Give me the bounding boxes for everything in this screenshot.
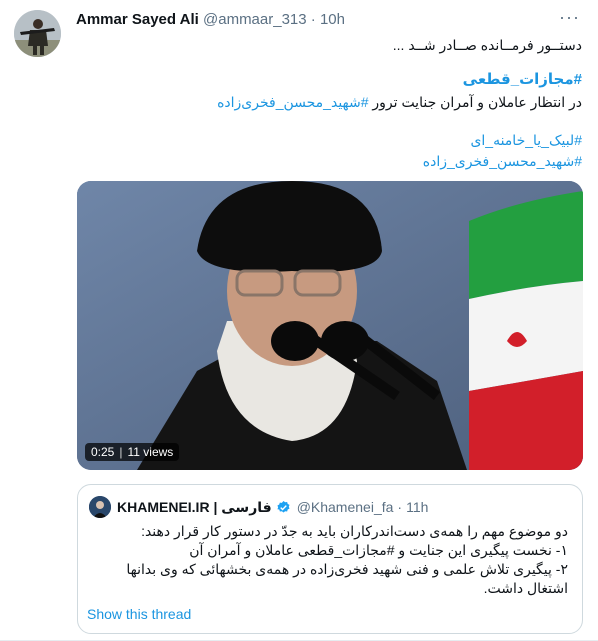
- quoted-tweet-header: KHAMENEI.IR | فارسی @Khamenei_fa · 11h: [89, 496, 428, 518]
- video-thumbnail: [77, 181, 583, 470]
- video-info-badge: 0:25 | 11 views: [85, 443, 180, 461]
- author-avatar[interactable]: [14, 10, 61, 57]
- separator-dot: ·: [310, 11, 316, 28]
- tweet-text: در انتظار عاملان و آمران جنایت ترور: [368, 94, 582, 110]
- quoted-text-line: دو موضوع مهم را همه‌ی دست‌اندرکاران باید…: [141, 523, 568, 539]
- separator-dot: ·: [397, 499, 403, 515]
- quoted-tweet-timestamp[interactable]: 11h: [406, 499, 428, 515]
- more-dots-icon[interactable]: ···: [559, 7, 580, 28]
- tweet[interactable]: Ammar Sayed Ali @ammaar_313 · 10h ··· دس…: [0, 0, 598, 641]
- video-views: 11 views: [127, 445, 174, 459]
- quoted-author-handle[interactable]: @Khamenei_fa: [297, 499, 394, 515]
- tweet-text-line: در انتظار عاملان و آمران جنایت ترور #شهی…: [76, 92, 582, 112]
- tweet-timestamp[interactable]: 10h: [320, 11, 345, 28]
- hashtag-link[interactable]: #لبیک_یا_خامنه_ای: [76, 130, 582, 150]
- quoted-author-name[interactable]: KHAMENEI.IR | فارسی: [117, 499, 272, 516]
- author-handle[interactable]: @ammaar_313: [203, 11, 307, 28]
- quoted-text-line: ۲- پیگیری تلاش علمی و فنی شهید فخری‌زاده…: [126, 561, 568, 577]
- tweet-text-line: دستــور فرمــانده صــادر شــد ...: [392, 37, 582, 53]
- quoted-text-line: ۱- نخست پیگیری این جنایت و #مجازات_قطعی …: [189, 542, 568, 558]
- show-thread-link[interactable]: Show this thread: [87, 606, 191, 622]
- hashtag-link[interactable]: #شهید_محسن_فخری‌زاده: [217, 94, 368, 110]
- quoted-text-line: اشتغال داشت.: [483, 580, 568, 596]
- quoted-tweet[interactable]: KHAMENEI.IR | فارسی @Khamenei_fa · 11h د…: [77, 484, 583, 634]
- video-player[interactable]: 0:25 | 11 views: [77, 181, 583, 470]
- quoted-tweet-text: دو موضوع مهم را همه‌ی دست‌اندرکاران باید…: [88, 522, 568, 598]
- tweet-header: Ammar Sayed Ali @ammaar_313 · 10h ···: [76, 7, 582, 31]
- hashtag-link[interactable]: #شهید_محسن_فخری_زاده: [76, 151, 582, 171]
- video-duration: 0:25: [91, 445, 115, 459]
- quoted-author-avatar[interactable]: [89, 496, 111, 518]
- separator: |: [119, 445, 123, 459]
- author-name[interactable]: Ammar Sayed Ali: [76, 11, 199, 28]
- hashtag-link[interactable]: #مجازات_قطعی: [76, 70, 582, 90]
- verified-badge-icon: [277, 500, 290, 512]
